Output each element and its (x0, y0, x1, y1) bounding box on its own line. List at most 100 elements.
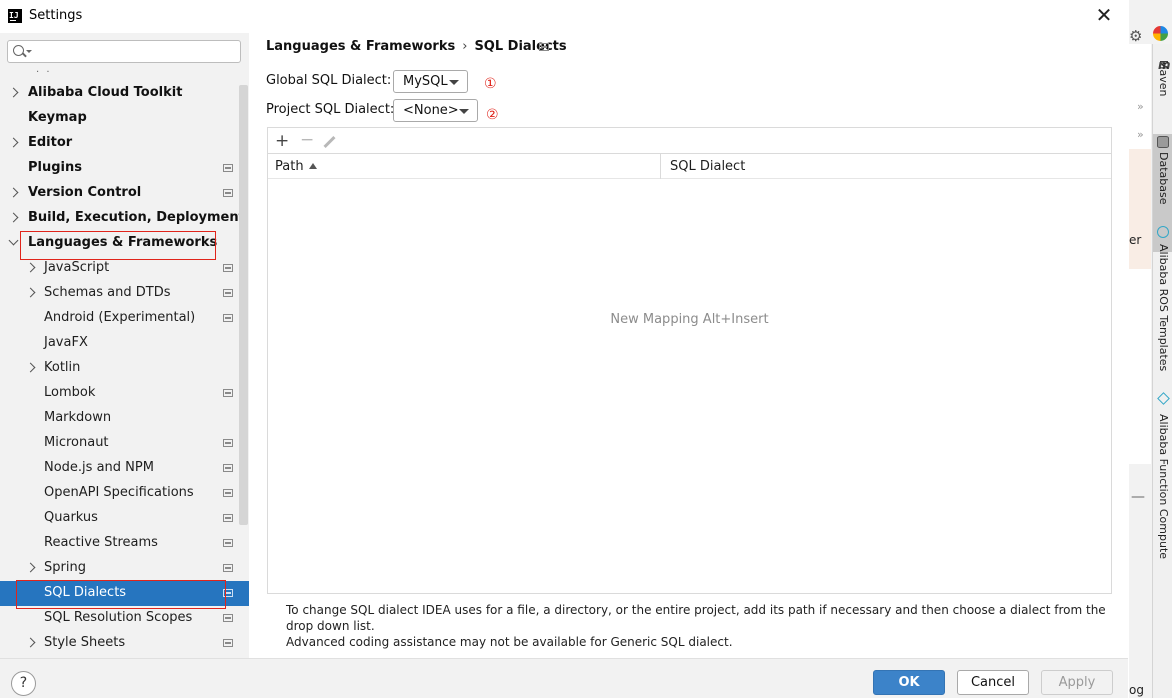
column-header-path[interactable]: Path (268, 154, 661, 179)
tree-item[interactable]: Style Sheets (0, 631, 238, 656)
annotation-box-languages (20, 231, 216, 260)
tree-item[interactable]: SQL Resolution Scopes (0, 606, 238, 631)
chevron-down-icon[interactable] (8, 235, 19, 246)
tree-item[interactable]: Build, Execution, Deployment (0, 206, 245, 231)
annotation-number-1: ① (484, 76, 497, 92)
chevron-right-icon[interactable] (8, 187, 19, 198)
tree-item-label: Build, Execution, Deployment (28, 210, 245, 225)
tool-window-tab-ros-templates[interactable]: Alibaba ROS Templates (1153, 244, 1172, 371)
tree-item[interactable]: Node.js and NPM (0, 456, 238, 481)
tree-item-label: Node.js and NPM (44, 460, 154, 475)
add-icon[interactable]: + (275, 131, 289, 151)
search-input[interactable] (34, 43, 234, 60)
tree-item[interactable]: Micronaut (0, 431, 238, 456)
chevron-right-icon[interactable] (25, 287, 36, 298)
tool-window-tab-function-compute[interactable]: Alibaba Function Compute (1153, 414, 1172, 559)
chevron-right-icon[interactable] (25, 362, 36, 373)
mapping-toolbar: + − (267, 127, 1112, 154)
project-scope-icon (223, 389, 233, 397)
column-header-path-label: Path (275, 159, 304, 174)
tree-item-label: Editor (28, 135, 73, 150)
project-dialect-label: Project SQL Dialect: (266, 102, 395, 117)
tree-item[interactable]: Quarkus (0, 506, 238, 531)
project-scope-icon (223, 514, 233, 522)
toolkit-logo-icon[interactable] (1153, 26, 1168, 41)
tree-item[interactable]: Keymap (0, 106, 238, 131)
chevron-right-icon[interactable] (8, 87, 19, 98)
tree-item[interactable]: Editor (0, 131, 238, 156)
chevron-right-icon[interactable] (8, 212, 19, 223)
project-scope-icon (223, 639, 233, 647)
apply-button[interactable]: Apply (1041, 670, 1113, 695)
tree-item-label: SQL Resolution Scopes (44, 610, 193, 625)
tool-window-tab-maven[interactable]: Maven (1153, 60, 1172, 96)
tree-item[interactable]: Markdown (0, 406, 238, 431)
ros-templates-icon (1157, 226, 1169, 238)
tree-item[interactable]: JavaFX (0, 331, 238, 356)
tree-item-label: Alibaba Cloud Toolkit (28, 85, 183, 100)
search-field[interactable] (7, 40, 241, 63)
project-scope-icon (223, 264, 233, 272)
close-button[interactable]: ✕ (1093, 4, 1115, 28)
tree-item[interactable]: Plugins (0, 156, 238, 181)
tree-item[interactable]: Android (Experimental) (0, 306, 238, 331)
screen: IJ Settings ✕ · · Alibaba Cloud Toolkit K… (0, 0, 1172, 698)
chevron-down-icon (459, 109, 469, 114)
project-scope-icon (223, 289, 233, 297)
chevron-right-icon[interactable] (25, 637, 36, 648)
edit-icon[interactable] (323, 135, 336, 149)
project-scope-icon (223, 314, 233, 322)
breadcrumb-item[interactable]: Languages & Frameworks (266, 39, 455, 54)
empty-table-text: New Mapping Alt+Insert (610, 312, 769, 327)
project-dialect-select[interactable]: <None> (393, 99, 478, 122)
gear-icon[interactable]: ⚙ (1129, 27, 1142, 45)
search-options-chevron-icon[interactable] (26, 50, 32, 53)
intellij-icon: IJ (8, 9, 22, 23)
table-header: Path SQL Dialect (268, 154, 1111, 179)
project-scope-icon (223, 539, 233, 547)
tree-item-label: Markdown (44, 410, 112, 425)
project-scope-icon (223, 464, 233, 472)
tree-item[interactable]: Version Control (0, 181, 238, 206)
tree-item-label: Android (Experimental) (44, 310, 196, 325)
breadcrumb-current: SQL Dialects (474, 39, 567, 54)
tree-item[interactable]: Reactive Streams (0, 531, 238, 556)
tree-item-label: Reactive Streams (44, 535, 158, 550)
chevron-right-icon[interactable] (25, 262, 36, 273)
settings-dialog: IJ Settings ✕ · · Alibaba Cloud Toolkit K… (0, 0, 1128, 698)
column-header-sql-dialect[interactable]: SQL Dialect (662, 154, 745, 179)
database-icon (1157, 136, 1169, 148)
cancel-button[interactable]: Cancel (957, 670, 1029, 695)
ok-button[interactable]: OK (873, 670, 945, 695)
function-compute-icon (1157, 392, 1170, 405)
tool-window-sidebar: m Maven Database Alibaba ROS Templates A… (1152, 44, 1172, 698)
chevron-right-icon[interactable]: » (1137, 128, 1144, 141)
chevron-right-icon[interactable] (25, 562, 36, 573)
project-scope-icon (223, 439, 233, 447)
project-scope-icon (539, 43, 549, 51)
title-bar[interactable]: IJ Settings ✕ (0, 0, 1128, 33)
global-dialect-select[interactable]: MySQL (393, 70, 468, 93)
tree-item[interactable]: Schemas and DTDs (0, 281, 238, 306)
mapping-table[interactable]: Path SQL Dialect New Mapping Alt+Insert (267, 153, 1112, 594)
chevron-right-icon[interactable]: » (1137, 100, 1144, 113)
tree-item[interactable]: Alibaba Cloud Toolkit (0, 81, 238, 106)
tree-item-label: Lombok (44, 385, 96, 400)
chevron-down-icon (449, 80, 459, 85)
annotation-box-sql-dialects (16, 580, 226, 609)
project-scope-icon (223, 189, 233, 197)
scroll-indicator: · · (36, 67, 52, 78)
tree-item-label: Keymap (28, 110, 87, 125)
minimize-icon[interactable]: — (1131, 489, 1145, 505)
search-icon[interactable] (13, 45, 24, 56)
chevron-right-icon[interactable] (8, 137, 19, 148)
remove-icon[interactable]: − (300, 130, 314, 150)
tree-scrollbar[interactable] (239, 85, 248, 525)
project-scope-icon (223, 614, 233, 622)
breadcrumb: Languages & Frameworks › SQL Dialects (266, 39, 567, 54)
tree-item[interactable]: OpenAPI Specifications (0, 481, 238, 506)
help-button[interactable]: ? (11, 671, 36, 696)
tree-item[interactable]: Kotlin (0, 356, 238, 381)
tree-item[interactable]: Spring (0, 556, 238, 581)
tree-item[interactable]: Lombok (0, 381, 238, 406)
